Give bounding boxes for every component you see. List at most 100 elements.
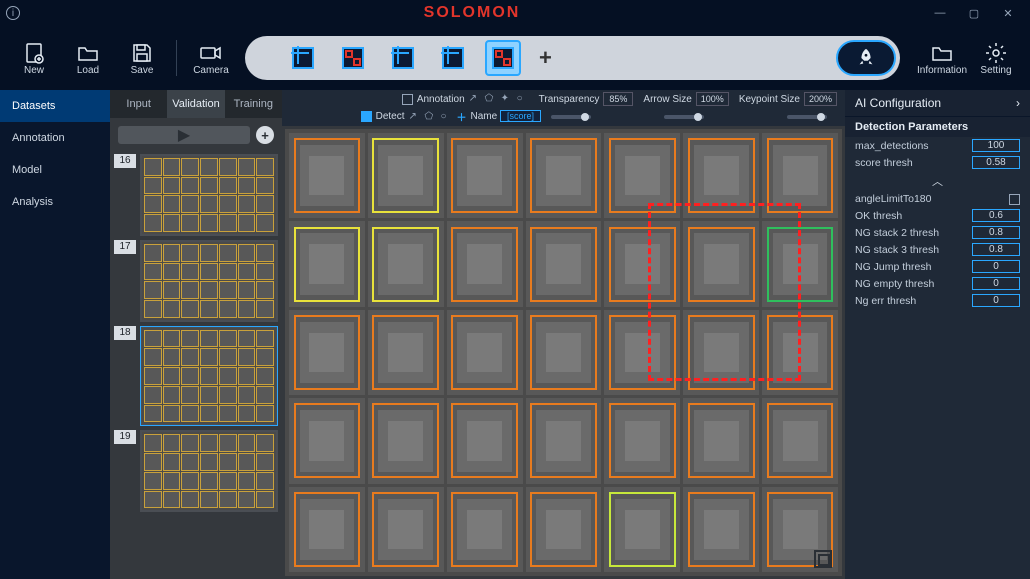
keypoint-size-value[interactable]: 200% [804,92,837,106]
selection-box[interactable] [648,203,801,381]
param-row: NG Jump thresh0 [845,258,1030,275]
new-button[interactable]: New [14,41,54,76]
mode-5[interactable] [485,40,521,76]
detection-cell[interactable] [447,221,523,306]
mode-1[interactable] [285,40,321,76]
param-row: NG stack 2 thresh0.8 [845,224,1030,241]
nav-annotation[interactable]: Annotation [0,122,110,154]
detection-cell[interactable] [526,487,602,572]
load-button[interactable]: Load [68,41,108,76]
arrow-icon-2[interactable]: ↗ [409,111,421,123]
detection-cell[interactable] [683,398,759,483]
nav-analysis[interactable]: Analysis [0,186,110,218]
detection-cell[interactable] [683,487,759,572]
param-row: max_detections100 [845,137,1030,154]
run-button[interactable] [836,40,896,76]
information-button[interactable]: Information [922,41,962,76]
nav-datasets[interactable]: Datasets [0,90,110,122]
detection-cell[interactable] [526,221,602,306]
detection-cell[interactable] [368,398,444,483]
thumb-entry[interactable]: 18 [110,324,282,429]
detection-cell[interactable] [526,133,602,218]
thumb-image[interactable] [140,326,278,427]
transparency-slider[interactable] [551,115,591,119]
detection-cell[interactable] [289,487,365,572]
arrow-size-value[interactable]: 100% [696,92,729,106]
param-value[interactable]: 0.8 [972,226,1020,239]
param-value[interactable]: 0.58 [972,156,1020,169]
detection-box [688,492,755,567]
thumb-entry[interactable]: 19 [110,428,282,514]
detection-cell[interactable] [368,487,444,572]
detection-cell[interactable] [447,487,523,572]
fit-view-icon[interactable] [814,550,832,568]
nav-model[interactable]: Model [0,154,110,186]
name-field[interactable]: [score] [500,110,541,122]
arrow-slider[interactable] [664,115,704,119]
detection-box [372,138,439,213]
detection-cell[interactable] [289,221,365,306]
detection-cell[interactable] [526,310,602,395]
detection-box [530,315,597,390]
thumb-image[interactable] [140,154,278,236]
pentagon-icon[interactable]: ⬠ [485,93,497,105]
info-icon[interactable]: i [6,6,20,20]
thumb-image[interactable] [140,430,278,512]
arrow-icon[interactable]: ↗ [469,93,481,105]
detection-cell[interactable] [447,310,523,395]
play-button[interactable]: ▶ [118,126,250,144]
star-icon[interactable]: ✦ [501,93,513,105]
mode-4[interactable] [435,40,471,76]
param-value[interactable]: 0.6 [972,209,1020,222]
annotation-checkbox[interactable] [402,94,413,105]
viewport[interactable] [285,129,842,576]
chevron-right-icon[interactable]: › [1016,96,1020,110]
keypoint-slider[interactable] [787,115,827,119]
add-thumb-button[interactable]: + [256,126,274,144]
window-maximize[interactable]: ▢ [958,2,990,24]
detection-cell[interactable] [762,398,838,483]
collapse-toggle[interactable]: ︿ [845,171,1030,191]
thumb-image[interactable] [140,240,278,322]
param-value[interactable]: 0.8 [972,243,1020,256]
detection-cell[interactable] [289,310,365,395]
param-value[interactable]: 0 [972,277,1020,290]
param-checkbox[interactable] [1009,194,1020,205]
tab-input[interactable]: Input [110,90,167,118]
mode-2[interactable] [335,40,371,76]
detection-cell[interactable] [604,398,680,483]
detection-box [530,138,597,213]
transparency-value[interactable]: 85% [603,92,633,106]
tab-training[interactable]: Training [225,90,282,118]
circle-icon[interactable]: ○ [517,93,529,105]
detection-cell[interactable] [447,398,523,483]
detection-cell[interactable] [289,398,365,483]
mode-3[interactable] [385,40,421,76]
save-button[interactable]: Save [122,41,162,76]
main-area: Datasets Annotation Model Analysis Input… [0,90,1030,579]
tab-validation[interactable]: Validation [167,90,224,118]
detection-cell[interactable] [368,133,444,218]
circle-icon-2[interactable]: ○ [441,111,453,123]
detection-cell[interactable] [447,133,523,218]
setting-button[interactable]: Setting [976,41,1016,76]
add-annot-icon[interactable]: ＋ [457,109,467,124]
pentagon-icon-2[interactable]: ⬠ [425,111,437,123]
mode-add[interactable]: + [539,45,552,71]
detection-box [451,227,518,302]
window-minimize[interactable]: — [924,2,956,24]
detection-cell[interactable] [368,221,444,306]
detect-checkbox[interactable] [361,111,372,122]
param-value[interactable]: 0 [972,294,1020,307]
detection-cell[interactable] [526,398,602,483]
param-value[interactable]: 0 [972,260,1020,273]
detection-cell[interactable] [604,487,680,572]
detection-box [294,492,361,567]
param-value[interactable]: 100 [972,139,1020,152]
thumb-entry[interactable]: 17 [110,238,282,324]
window-close[interactable]: ✕ [992,2,1024,24]
detection-cell[interactable] [289,133,365,218]
thumb-entry[interactable]: 16 [110,152,282,238]
camera-button[interactable]: Camera [191,41,231,76]
detection-cell[interactable] [368,310,444,395]
